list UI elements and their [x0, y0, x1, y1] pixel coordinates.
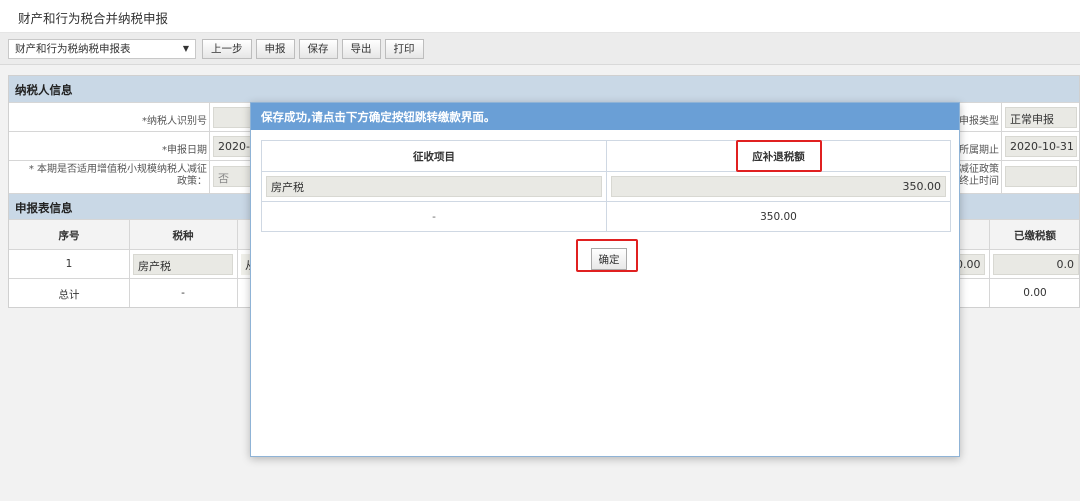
total-label: 总计 — [58, 289, 80, 301]
table-row: - 350.00 — [262, 201, 950, 231]
form-type-select-value: 财产和行为税纳税申报表 — [15, 43, 131, 55]
item-field[interactable]: 房产税 — [266, 176, 602, 197]
taxpayer-section-title: 纳税人信息 — [9, 76, 1079, 102]
toolbar: 财产和行为税纳税申报表 ▼ 上一步 申报 保存 导出 打印 — [0, 33, 1080, 65]
save-success-dialog: 保存成功,请点击下方确定按钮跳转缴款界面。 征收项目 应补退税额 房产税 350… — [250, 102, 960, 457]
small-scale-select[interactable]: 否 — [213, 166, 253, 187]
dialog-table-header: 征收项目 应补退税额 — [262, 141, 950, 171]
declare-date-field[interactable]: 2020-1 — [213, 136, 253, 157]
total-item: - — [432, 210, 436, 223]
row-seq: 1 — [65, 258, 73, 270]
prev-step-button[interactable]: 上一步 — [202, 38, 252, 59]
col-tax-type-header: 税种 — [172, 230, 194, 242]
period-end-field[interactable]: 2020-10-31 — [1005, 136, 1077, 157]
taxpayer-id-label: *纳税人识别号 — [142, 116, 207, 127]
dialog-title: 保存成功,请点击下方确定按钮跳转缴款界面。 — [251, 103, 959, 130]
policy-end-label: 减征政策 终止时间 — [959, 164, 999, 187]
col-item-header: 征收项目 — [413, 150, 455, 163]
small-scale-label: * 本期是否适用增值税小规模纳税人减征 政策： — [28, 164, 207, 187]
chevron-down-icon: ▼ — [182, 44, 189, 53]
page-title: 财产和行为税合并纳税申报 — [18, 11, 169, 26]
row-paid-field[interactable]: 0.0 — [993, 254, 1079, 275]
policy-end-field[interactable] — [1005, 166, 1077, 187]
table-row: 房产税 350.00 — [262, 171, 950, 201]
page-header: 财产和行为税合并纳税申报 — [0, 0, 1080, 33]
taxpayer-id-field[interactable] — [213, 107, 253, 128]
form-type-select[interactable]: 财产和行为税纳税申报表 ▼ — [8, 38, 196, 59]
declare-type-field[interactable]: 正常申报 — [1005, 107, 1077, 128]
declare-date-label: *申报日期 — [162, 145, 207, 156]
export-button[interactable]: 导出 — [341, 38, 381, 59]
print-button[interactable]: 打印 — [384, 38, 424, 59]
confirm-button-highlight — [576, 239, 638, 272]
row-tax-type-field[interactable]: 房产税 — [133, 254, 233, 275]
col-paid-header: 已缴税额 — [1014, 230, 1056, 242]
total-tax-type: - — [181, 287, 185, 299]
save-button[interactable]: 保存 — [298, 38, 338, 59]
amount-field[interactable]: 350.00 — [611, 176, 946, 197]
amount-header-highlight — [736, 140, 822, 172]
col-seq-header: 序号 — [58, 230, 80, 242]
declare-type-label: 申报类型 — [959, 116, 999, 127]
declare-button[interactable]: 申报 — [255, 38, 295, 59]
total-paid: 0.00 — [1023, 287, 1047, 299]
total-amount: 350.00 — [606, 202, 950, 231]
period-end-label: 所属期止 — [959, 145, 999, 156]
dialog-table: 征收项目 应补退税额 房产税 350.00 - 350.00 — [261, 140, 951, 232]
